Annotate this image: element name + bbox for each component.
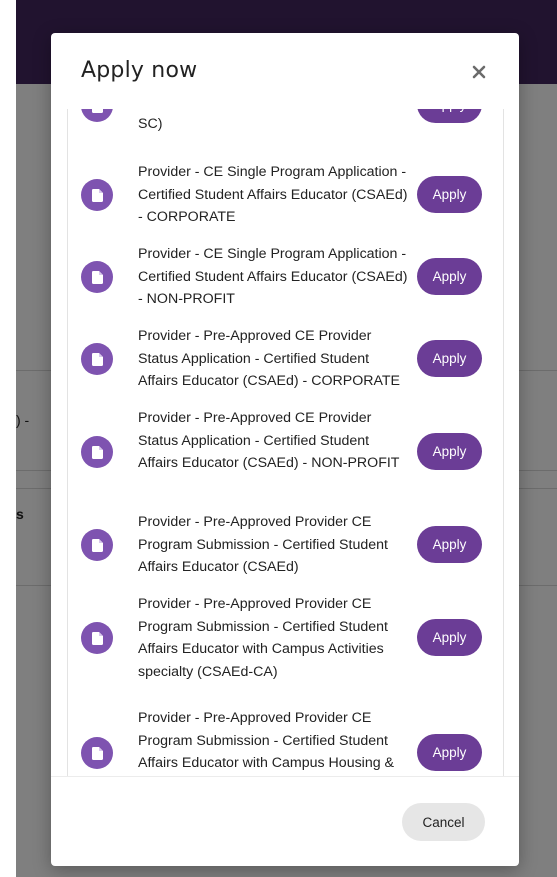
document-icon <box>81 179 113 211</box>
apply-button[interactable]: Apply <box>417 258 482 295</box>
application-name: Provider - Pre-Approved CE Provider Stat… <box>138 328 401 389</box>
application-name: Provider - CE Single Program Application… <box>138 164 408 225</box>
apply-button[interactable]: Apply <box>417 433 482 470</box>
document-icon <box>81 737 113 769</box>
application-name: Provider - CE Single Program Application… <box>138 246 408 307</box>
document-icon <box>81 529 113 561</box>
close-button[interactable] <box>467 60 491 84</box>
close-icon <box>472 65 486 79</box>
application-name: Conduct Administration specialty (CSAEd-… <box>138 115 163 132</box>
document-icon <box>81 343 113 375</box>
application-name: Provider - Pre-Approved CE Provider Stat… <box>138 410 400 471</box>
list-item: Provider - Pre-Approved Provider CE Prog… <box>68 595 503 699</box>
dialog-header: Apply now <box>51 33 519 109</box>
cancel-button[interactable]: Cancel <box>402 803 485 841</box>
application-name: Provider - Pre-Approved Provider CE Prog… <box>138 514 388 575</box>
list-item: Provider - Pre-Approved CE Provider Stat… <box>68 327 503 409</box>
application-name: Provider - Pre-Approved Provider CE Prog… <box>138 710 395 771</box>
list-item: Provider - Pre-Approved CE Provider Stat… <box>68 409 503 513</box>
application-name: Provider - Pre-Approved Provider CE Prog… <box>138 596 388 680</box>
list-item: Provider - Pre-Approved Provider CE Prog… <box>68 699 503 776</box>
apply-now-dialog: Apply now Conduct Administration special… <box>51 33 519 866</box>
apply-button[interactable]: Apply <box>417 176 482 213</box>
apply-button[interactable]: Apply <box>417 109 482 123</box>
list-item: Provider - CE Single Program Application… <box>68 245 503 327</box>
apply-button[interactable]: Apply <box>417 526 482 563</box>
document-icon <box>81 622 113 654</box>
dialog-title: Apply now <box>81 58 198 83</box>
apply-button[interactable]: Apply <box>417 734 482 771</box>
dialog-footer: Cancel <box>51 776 519 866</box>
list-item: Conduct Administration specialty (CSAEd-… <box>68 109 503 163</box>
apply-button[interactable]: Apply <box>417 619 482 656</box>
apply-button[interactable]: Apply <box>417 340 482 377</box>
document-icon <box>81 109 113 122</box>
list-item: Provider - Pre-Approved Provider CE Prog… <box>68 513 503 595</box>
list-item: Provider - CE Single Program Application… <box>68 163 503 245</box>
application-list-scroll[interactable]: Conduct Administration specialty (CSAEd-… <box>67 109 504 776</box>
document-icon <box>81 436 113 468</box>
application-list: Conduct Administration specialty (CSAEd-… <box>68 109 503 776</box>
document-icon <box>81 261 113 293</box>
